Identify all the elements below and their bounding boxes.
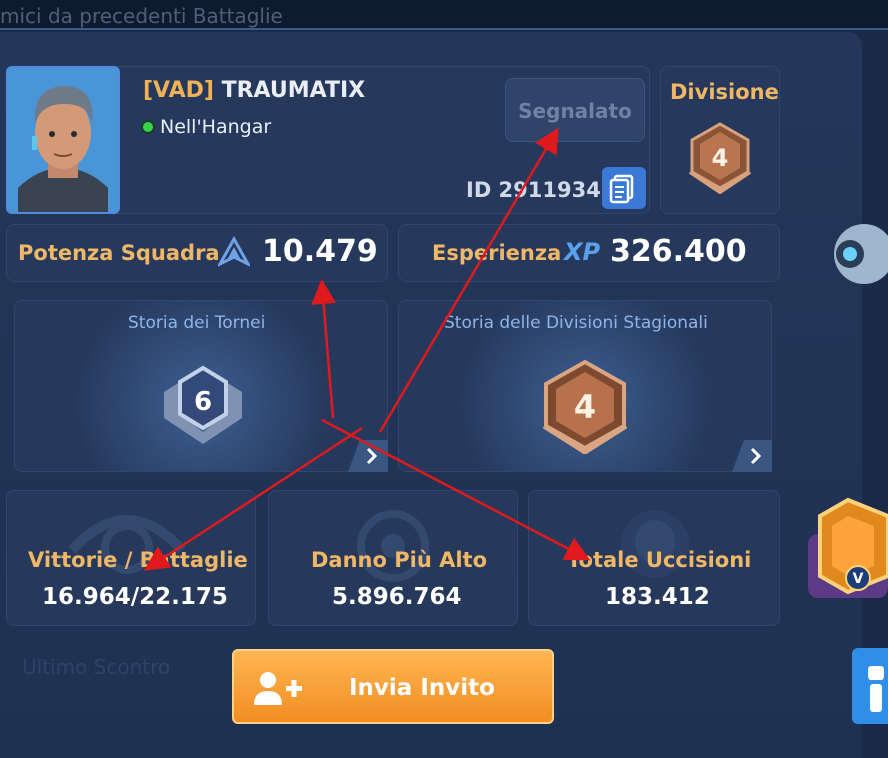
arrow-to-wins bbox=[143, 426, 363, 571]
annotation-arrows bbox=[143, 127, 591, 571]
arrow-to-kills bbox=[321, 418, 591, 561]
arrow-to-power bbox=[311, 279, 337, 419]
arrow-to-report bbox=[378, 127, 559, 433]
